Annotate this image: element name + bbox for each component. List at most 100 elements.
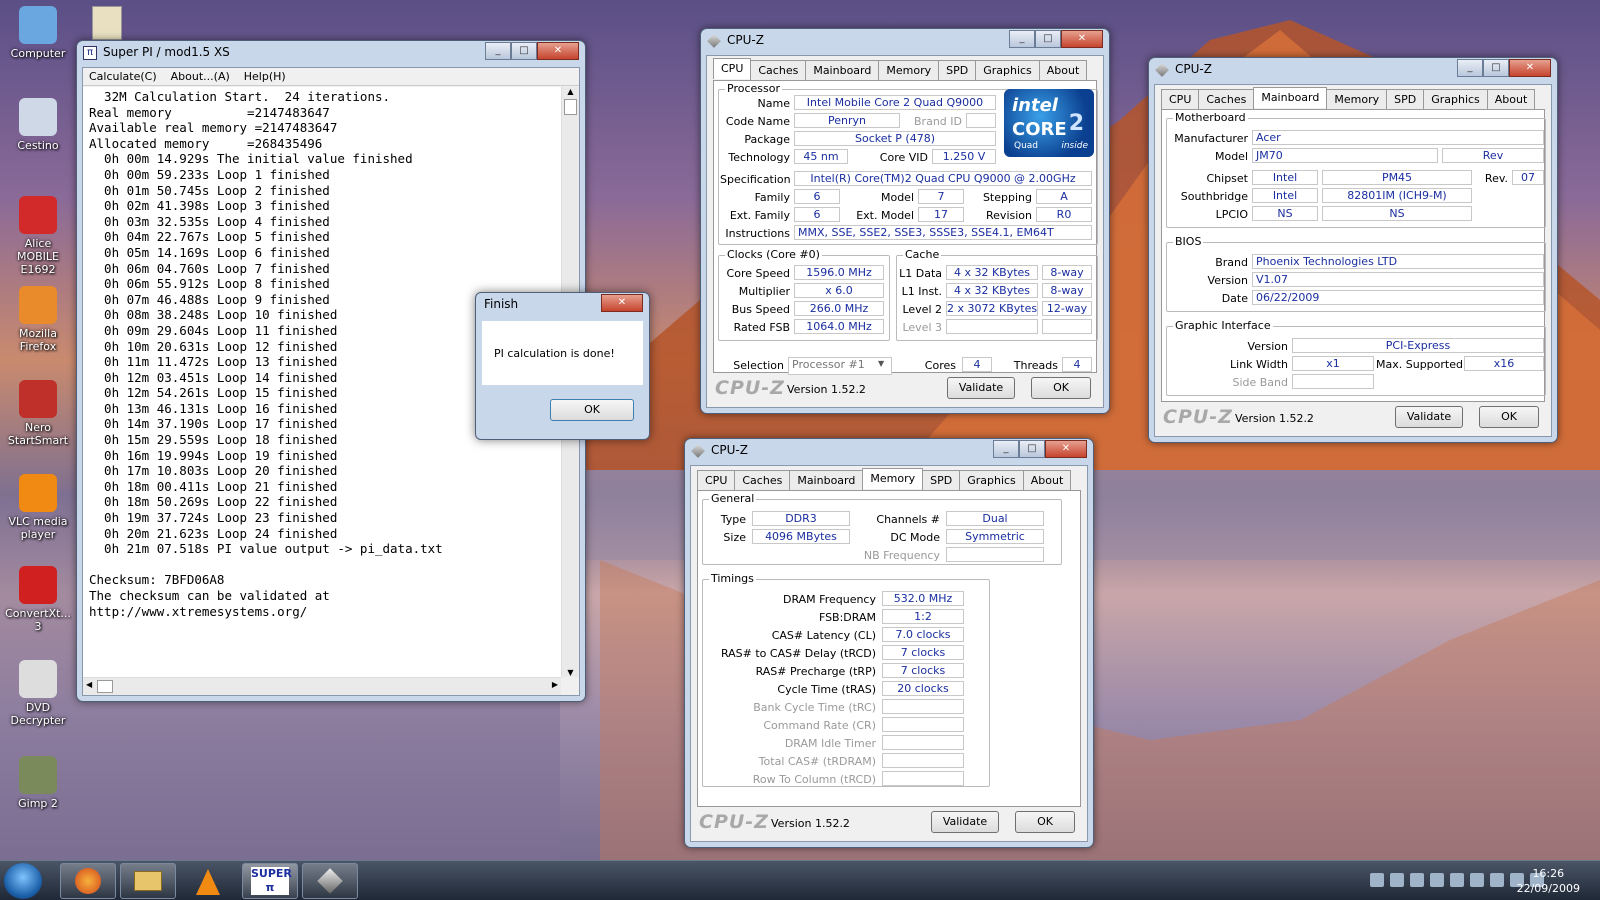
minimize-button[interactable]: _	[993, 440, 1019, 458]
close-button[interactable]: ✕	[1045, 440, 1087, 458]
desktop-icon[interactable]: Mozilla Firefox	[4, 286, 72, 353]
value-level3-way	[1042, 319, 1092, 334]
tab-caches[interactable]: Caches	[1198, 89, 1255, 110]
validate-button[interactable]: Validate	[1395, 406, 1463, 428]
ok-button[interactable]: OK	[550, 399, 634, 421]
desktop-icon[interactable]: VLC media player	[4, 474, 72, 541]
scroll-thumb[interactable]	[564, 99, 577, 115]
minimize-button[interactable]: _	[1009, 30, 1035, 48]
label-l1inst: L1 Inst.	[901, 285, 942, 298]
tab-graphics[interactable]: Graphics	[959, 470, 1024, 491]
value-threads: 4	[1062, 357, 1092, 372]
tray-icon[interactable]	[1370, 873, 1384, 887]
minimize-button[interactable]: _	[1457, 59, 1483, 77]
maximize-button[interactable]: □	[1483, 59, 1509, 77]
close-button[interactable]: ✕	[537, 42, 579, 60]
label-ratedfsb: Rated FSB	[733, 321, 790, 334]
chevron-down-icon[interactable]: ▼	[878, 359, 884, 368]
tab-about[interactable]: About	[1486, 89, 1536, 110]
menu-calculate[interactable]: Calculate(C)	[89, 70, 157, 83]
close-button[interactable]: ✕	[601, 294, 643, 312]
tray-icon[interactable]	[1410, 873, 1424, 887]
desktop-icon[interactable]: Cestino	[4, 98, 72, 152]
tab-graphics[interactable]: Graphics	[975, 60, 1040, 81]
validate-button[interactable]: Validate	[947, 377, 1015, 399]
desktop-icon[interactable]: Nero StartSmart	[4, 380, 72, 447]
menu-about[interactable]: About...(A)	[171, 70, 230, 83]
label-corespeed: Core Speed	[726, 267, 790, 280]
file-icon[interactable]	[92, 6, 122, 40]
clock[interactable]: 16:26 22/09/2009	[1517, 866, 1580, 896]
label-threads: Threads	[1013, 359, 1058, 372]
superpi-titlebar[interactable]: π Super PI / mod1.5 XS _ □ ✕	[77, 41, 585, 65]
label-trdram: Total CAS# (tRDRAM)	[758, 755, 876, 768]
close-button[interactable]: ✕	[1061, 30, 1103, 48]
tab-caches[interactable]: Caches	[750, 60, 807, 81]
taskbar-superpi[interactable]: SUPER π	[242, 863, 298, 899]
maximize-button[interactable]: □	[1035, 30, 1061, 48]
tab-about[interactable]: About	[1022, 470, 1072, 491]
tab-spd[interactable]: SPD	[1386, 89, 1425, 110]
desktop-icon[interactable]: Computer	[4, 6, 72, 60]
tray-icon[interactable]	[1490, 873, 1504, 887]
validate-button[interactable]: Validate	[931, 811, 999, 833]
cpuz-titlebar[interactable]: CPU-Z _ □ ✕	[1149, 58, 1557, 82]
value-gi-version: PCI-Express	[1292, 338, 1544, 353]
desktop-icon[interactable]: Gimp 2	[4, 756, 72, 810]
desktop-icon-label: ConvertXt... 3	[5, 607, 71, 633]
desktop-icon[interactable]: DVD Decrypter	[4, 660, 72, 727]
tab-memory[interactable]: Memory	[878, 60, 940, 81]
desktop-icon[interactable]: Alice MOBILE E1692	[4, 196, 72, 276]
taskbar: SUPER π 16:26 22/09/2009	[0, 860, 1600, 900]
tab-mainboard[interactable]: Mainboard	[1253, 87, 1328, 108]
tab-spd[interactable]: SPD	[922, 470, 961, 491]
intel-core2-quad-logo: intel 2 CORE Quad inside	[1004, 89, 1094, 157]
tray-icon[interactable]	[1430, 873, 1444, 887]
taskbar-firefox[interactable]	[60, 863, 116, 899]
ok-button[interactable]: OK	[1479, 406, 1539, 428]
desktop-icon[interactable]: ConvertXt... 3	[4, 566, 72, 633]
group-title: Motherboard	[1173, 111, 1248, 124]
group-title: Clocks (Core #0)	[725, 248, 822, 261]
horizontal-scrollbar[interactable]: ◀ ▶	[83, 677, 561, 695]
tab-spd[interactable]: SPD	[938, 60, 977, 81]
ok-button[interactable]: OK	[1031, 377, 1091, 399]
taskbar-explorer[interactable]	[120, 863, 176, 899]
tray-icon[interactable]	[1470, 873, 1484, 887]
minimize-button[interactable]: _	[485, 42, 511, 60]
label-trp: RAS# Precharge (tRP)	[755, 665, 876, 678]
tab-cpu[interactable]: CPU	[713, 58, 752, 79]
tray-icon[interactable]	[1390, 873, 1404, 887]
tab-mainboard[interactable]: Mainboard	[789, 470, 864, 491]
maximize-button[interactable]: □	[1019, 440, 1045, 458]
hscroll-thumb[interactable]	[97, 680, 113, 693]
group-title: Processor	[725, 82, 782, 95]
tab-mainboard[interactable]: Mainboard	[805, 60, 880, 81]
menu-help[interactable]: Help(H)	[244, 70, 286, 83]
taskbar-vlc[interactable]	[180, 863, 236, 899]
console-line: 0h 18m 00.411s Loop 21 finished	[89, 478, 338, 494]
tab-graphics[interactable]: Graphics	[1423, 89, 1488, 110]
processor-select[interactable]: Processor #1	[788, 357, 892, 375]
start-button[interactable]	[4, 863, 42, 899]
tab-caches[interactable]: Caches	[734, 470, 791, 491]
tab-cpu[interactable]: CPU	[697, 470, 736, 491]
flag-icon[interactable]	[1450, 873, 1464, 887]
tab-about[interactable]: About	[1038, 60, 1088, 81]
console-line: 0h 04m 22.767s Loop 5 finished	[89, 229, 330, 245]
cpuz-titlebar[interactable]: CPU-Z _ □ ✕	[685, 439, 1093, 463]
dialog-titlebar[interactable]: Finish ✕	[476, 293, 649, 317]
tab-memory[interactable]: Memory	[1326, 89, 1388, 110]
tab-cpu[interactable]: CPU	[1161, 89, 1200, 110]
tab-memory[interactable]: Memory	[862, 468, 924, 489]
cpu-panel: Processor Name Intel Mobile Core 2 Quad …	[713, 80, 1098, 375]
cpuz-titlebar[interactable]: CPU-Z _ □ ✕	[701, 29, 1109, 53]
ok-button[interactable]: OK	[1015, 811, 1075, 833]
console-line: 0h 20m 21.623s Loop 24 finished	[89, 525, 338, 541]
desktop-icon-label: Mozilla Firefox	[19, 327, 57, 353]
version-label: Version 1.52.2	[771, 817, 850, 830]
maximize-button[interactable]: □	[511, 42, 537, 60]
taskbar-cpuz[interactable]	[302, 863, 358, 899]
window-title: CPU-Z	[711, 443, 748, 457]
close-button[interactable]: ✕	[1509, 59, 1551, 77]
